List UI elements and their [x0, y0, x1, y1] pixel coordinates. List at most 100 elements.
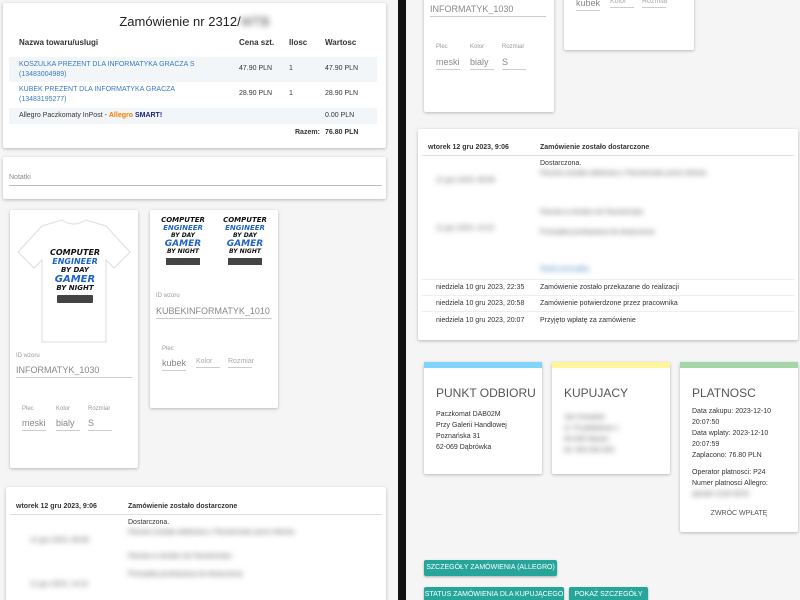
buyer-details: Jan Kowalski ul. Przykładowa 1 00-000 Mi…: [564, 414, 619, 454]
show-details-button[interactable]: POKAŻ SZCZEGÓŁY: [569, 587, 648, 600]
gender-field[interactable]: kubek: [576, 0, 600, 11]
blurred-date: 11 gru 2023, 14:22: [436, 225, 495, 232]
mug-print-left: COMPUTER ENGINEER BY DAY GAMER BY NIGHT: [154, 216, 212, 265]
payment-card: PLATNOSC Data zakupu: 2023-12-10 20:07:5…: [680, 362, 798, 532]
design-id-label: ID wzoru: [156, 293, 180, 299]
order-title: Zamówienie nr 2312/WTB: [3, 14, 386, 29]
design-id-field[interactable]: KUBEKINFORMATYK_1010: [156, 306, 272, 319]
size-label: Rozmiar: [502, 44, 525, 50]
history-date: niedziela 10 gru 2023, 20:58: [436, 300, 525, 307]
row-price: 47.90 PLN: [239, 65, 273, 72]
gender-field[interactable]: kubek: [162, 358, 186, 371]
payment-details: Data zakupu: 2023-12-10 20:07:50 Data wp…: [692, 406, 792, 500]
history-status: Zamówienie potwierdzone przez pracownika: [540, 300, 678, 307]
buyer-color-bar: [552, 362, 670, 368]
payment-date: Data wplaty: 2023-12-10 20:07:59: [692, 430, 769, 448]
blurred-date: 12 gru 2023, 09:06: [30, 537, 89, 544]
order-history-card: wtorek 12 gru 2023, 9:06 Zamówienie zost…: [418, 129, 798, 340]
product-link-tshirt[interactable]: KOSZULKA PREZENT DLA INFORMATYKA GRACZA …: [19, 60, 195, 80]
product-card-mug-continued: kubek Kolor Rozmiar: [564, 0, 694, 50]
gender-label: Plec: [162, 346, 174, 352]
table-row: KOSZULKA PREZENT DLA INFORMATYKA GRACZA …: [9, 57, 377, 82]
blurred-status: Paczka w drodze do Paczkomatu: [540, 209, 644, 216]
order-number-blurred: WTB: [240, 14, 270, 29]
pickup-address: Paczkomat DAB02M Przy Galerii Handlowej …: [436, 411, 507, 451]
row-price: 28.90 PLN: [239, 90, 273, 97]
row-qty: 1: [289, 90, 293, 97]
product-card-mug: COMPUTER ENGINEER BY DAY GAMER BY NIGHT …: [150, 210, 278, 408]
blurred-status: Paczka w drodze do Paczkomatu: [128, 553, 232, 560]
order-history-card: wtorek 12 gru 2023, 9:06 Zamówienie zost…: [6, 487, 386, 600]
gender-label: Plec: [436, 44, 448, 50]
history-status: Zamówienie zostało dostarczone: [540, 144, 650, 151]
design-id-field[interactable]: INFORMATYK_1030: [16, 365, 132, 378]
history-date: wtorek 12 gru 2023, 9:06: [16, 503, 97, 510]
col-name: Nazwa towaru/uslugi: [19, 38, 99, 47]
design-id-field[interactable]: INFORMATYK_1030: [430, 4, 546, 17]
product-link-mug[interactable]: KUBEK PREZENT DLA INFORMATYKA GRACZA (134…: [19, 85, 175, 105]
gender-field[interactable]: meski: [436, 57, 460, 70]
shipping-value: 0.00 PLN: [325, 112, 355, 119]
size-field[interactable]: Rozmiar: [228, 358, 254, 368]
notes-card: Notatki: [3, 157, 386, 199]
color-field[interactable]: bialy: [56, 418, 80, 431]
history-status: Przyjęto wpłatę za zamówienie: [540, 317, 636, 324]
design-id-label: ID wzoru: [16, 353, 40, 359]
row-qty: 1: [289, 65, 293, 72]
order-number: Zamówienie nr 2312/: [119, 14, 241, 29]
row-value: 28.90 PLN: [325, 90, 359, 97]
size-field[interactable]: Rozmiar: [642, 0, 668, 8]
delivered-text: Dostarczona.: [128, 519, 170, 526]
shipping-label: Allegro Paczkomaty InPost - Allegro SMAR…: [19, 112, 163, 119]
blurred-status: Przesyłka przekazana do doręczenia: [540, 229, 655, 236]
col-price: Cena szt.: [239, 38, 275, 47]
color-field[interactable]: Kolor: [196, 358, 220, 368]
product-card-tshirt: COMPUTER ENGINEER BY DAY GAMER BY NIGHT …: [10, 210, 138, 468]
payment-number: abcdef-1234-5678: [692, 491, 749, 498]
history-status: Zamówienie zostało przekazane do realiza…: [540, 284, 679, 291]
gender-label: Plec: [22, 406, 34, 412]
delivered-text: Dostarczona.: [540, 160, 582, 167]
tshirt-image: COMPUTER ENGINEER BY DAY GAMER BY NIGHT: [14, 218, 134, 348]
notes-input[interactable]: Notatki: [9, 174, 382, 186]
color-field[interactable]: Kolor: [610, 0, 634, 8]
row-value: 47.90 PLN: [325, 65, 359, 72]
total-value: 76.80 PLN: [325, 129, 359, 136]
history-status: Zamówienie zostało dostarczone: [128, 503, 238, 510]
refund-button[interactable]: ZWRÓC WPŁATĘ: [680, 510, 798, 517]
delivered-detail: Paczka została odebrana z Paczkomatu prz…: [128, 529, 296, 536]
color-field[interactable]: bialy: [470, 57, 494, 70]
color-label: Kolor: [470, 44, 485, 50]
mug-print-right: COMPUTER ENGINEER BY DAY GAMER BY NIGHT: [216, 216, 274, 265]
blurred-date: 12 gru 2023, 09:06: [436, 177, 495, 184]
size-field[interactable]: S: [88, 418, 112, 431]
col-value: Wartosc: [325, 38, 357, 47]
right-pane: INFORMATYK_1030 Plec Kolor Rozmiar meski…: [406, 0, 800, 600]
buyer-card: KUPUJACY Jan Kowalski ul. Przykładowa 1 …: [552, 362, 670, 474]
tshirt-print: COMPUTER ENGINEER BY DAY GAMER BY NIGHT: [50, 248, 100, 303]
size-label: Rozmiar: [88, 406, 111, 412]
order-summary-card: Zamówienie nr 2312/WTB Nazwa towaru/uslu…: [3, 3, 386, 148]
blurred-date: 11 gru 2023, 14:22: [30, 581, 89, 588]
total-label: Razem:: [295, 129, 320, 136]
shipping-row: Allegro Paczkomaty InPost - Allegro SMAR…: [9, 108, 377, 124]
track-link[interactable]: Śledź przesyłkę: [540, 266, 589, 273]
product-card-tshirt-continued: INFORMATYK_1030 Plec Kolor Rozmiar meski…: [424, 0, 554, 112]
pickup-point-card: PUNKT ODBIORU Paczkomat DAB02M Przy Gale…: [424, 362, 542, 474]
history-date: niedziela 10 gru 2023, 20:07: [436, 317, 525, 324]
buyer-title: KUPUJACY: [564, 386, 629, 400]
table-row: KUBEK PREZENT DLA INFORMATYKA GRACZA (134…: [9, 83, 377, 107]
split-divider[interactable]: [398, 0, 406, 600]
mug-image: COMPUTER ENGINEER BY DAY GAMER BY NIGHT …: [154, 216, 274, 282]
order-details-allegro-button[interactable]: SZCZEGÓŁY ZAMÓWIENIA (ALLEGRO): [424, 560, 557, 576]
order-status-buyer-button[interactable]: STATUS ZAMÓWIENIA DLA KUPUJĄCEGO: [424, 587, 564, 600]
size-field[interactable]: S: [502, 57, 526, 70]
payment-title: PLATNOSC: [692, 386, 756, 400]
pickup-color-bar: [424, 362, 542, 368]
payment-number-label: Numer platnosci Allegro:: [692, 480, 768, 487]
blurred-status: Przesyłka przekazana do doręczenia: [128, 571, 243, 578]
pickup-title: PUNKT ODBIORU: [436, 386, 536, 400]
payment-operator: Operator platnosci: P24: [692, 469, 766, 476]
gender-field[interactable]: meski: [22, 418, 46, 431]
delivered-detail: Paczka została odebrana z Paczkomatu prz…: [540, 170, 708, 177]
